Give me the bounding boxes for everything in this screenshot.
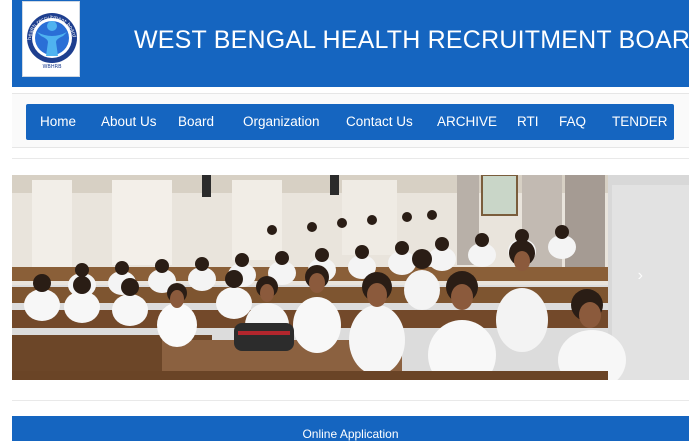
chevron-right-icon[interactable]: › [638,267,643,285]
logo[interactable]: health recruitment board WBHRB [22,1,80,77]
page-title: WEST BENGAL HEALTH RECRUITMENT BOARD [134,26,700,54]
main-nav: Home About Us Board Organization Contact… [26,104,674,140]
nav-item-tender[interactable]: TENDER [612,104,668,140]
online-application-bar[interactable]: Online Application [12,416,689,441]
site-header: health recruitment board WBHRB WEST BENG… [12,0,700,87]
nav-item-board[interactable]: Board [178,104,214,140]
nav-item-contact-us[interactable]: Contact Us [346,104,413,140]
nav-item-organization[interactable]: Organization [243,104,320,140]
nav-item-rti[interactable]: RTI [517,104,539,140]
divider [12,158,689,159]
nav-item-home[interactable]: Home [40,104,76,140]
nav-container: Home About Us Board Organization Contact… [12,93,689,148]
nav-item-archive[interactable]: ARCHIVE [437,104,497,140]
nav-item-about-us[interactable]: About Us [101,104,157,140]
person-logo-icon: health recruitment board WBHRB [27,13,77,70]
logo-sub-text: WBHRB [42,64,62,70]
classroom-photo [12,175,689,380]
image-slider[interactable]: › [12,175,689,380]
nav-item-faq[interactable]: FAQ [559,104,586,140]
divider [12,400,689,401]
online-application-link[interactable]: Online Application [302,427,398,441]
